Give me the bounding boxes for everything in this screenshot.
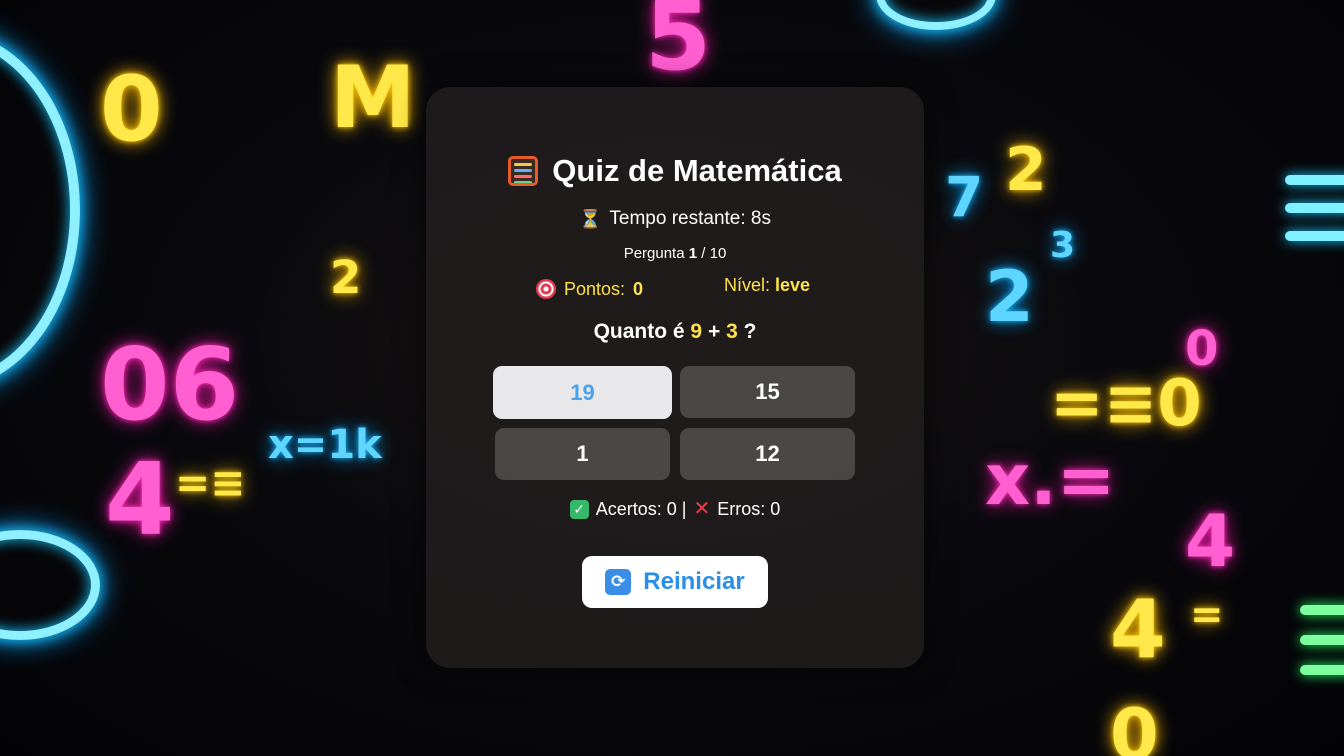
operator: + (707, 320, 721, 343)
timer: ⏳ Tempo restante: 8s (426, 209, 924, 228)
neon-ring-decoration (0, 30, 80, 390)
title-text: Quiz de Matemática (552, 153, 842, 188)
neon-glyph: 7 (945, 165, 984, 229)
level-display: Nível: leve (724, 276, 810, 294)
restart-button[interactable]: ⟳ Reiniciar (582, 556, 768, 608)
restart-label: Reiniciar (643, 568, 745, 595)
neon-glyph: M (330, 48, 416, 148)
neon-bar-decoration (1300, 665, 1344, 675)
quiz-card: Quiz de Matemática ⏳ Tempo restante: 8s … (426, 87, 924, 668)
neon-glyph: 4 (1185, 499, 1236, 583)
neon-bar-decoration (1285, 231, 1344, 241)
target-icon (536, 279, 556, 299)
neon-glyph: 2 (985, 256, 1034, 338)
neon-glyph: 2 (1005, 135, 1047, 205)
question-suffix: ? (743, 320, 757, 343)
progress-prefix: Pergunta (623, 245, 685, 262)
neon-glyph: 4 (105, 441, 175, 558)
neon-bar-decoration (1285, 175, 1344, 185)
answer-button[interactable]: 19 (493, 366, 672, 419)
neon-glyph: 2 (330, 251, 362, 304)
points-label: Pontos: (564, 279, 626, 299)
neon-glyph: =≡ (175, 458, 246, 507)
neon-glyph: 06 (100, 326, 240, 443)
neon-bar-decoration (1285, 203, 1344, 213)
neon-glyph: 5 (645, 0, 712, 92)
hits-text: Acertos: 0 | (595, 499, 687, 519)
neon-glyph: 0 (100, 57, 163, 162)
answer-button[interactable]: 15 (680, 366, 855, 418)
neon-glyph: 4 (1110, 583, 1166, 676)
refresh-icon: ⟳ (605, 569, 632, 595)
abacus-icon (508, 155, 539, 186)
score-summary: ✓ Acertos: 0 | ✕ Erros: 0 (426, 499, 924, 519)
answer-button[interactable]: 12 (680, 428, 855, 480)
progress-separator: / (701, 245, 706, 262)
operand-b: 3 (726, 320, 738, 343)
level-value: leve (775, 275, 811, 295)
neon-glyph: = (1190, 592, 1224, 638)
errors-text: Erros: 0 (717, 499, 781, 519)
neon-glyph: 3 (1050, 225, 1076, 266)
hourglass-icon: ⏳ (578, 208, 602, 229)
neon-glyph: 0 (1110, 694, 1159, 756)
progress-current: 1 (688, 245, 698, 262)
neon-glyph: x=1k (268, 422, 382, 468)
question-progress: Pergunta 1 / 10 (426, 246, 924, 261)
page-title: Quiz de Matemática (426, 155, 924, 186)
question-text: Quanto é 9 + 3 ? (426, 321, 924, 342)
timer-text: Tempo restante: 8s (609, 208, 771, 229)
cross-icon: ✕ (693, 498, 711, 520)
operand-a: 9 (690, 320, 703, 343)
check-icon: ✓ (569, 499, 589, 519)
points-value: 0 (633, 279, 644, 299)
neon-bar-decoration (1300, 605, 1344, 615)
progress-total: 10 (709, 245, 727, 262)
answer-button[interactable]: 1 (495, 428, 670, 480)
level-label: Nível: (724, 275, 771, 295)
neon-glyph: 0 (1185, 321, 1219, 377)
neon-ring-decoration (876, 0, 996, 30)
points-display: Pontos: 0 (536, 279, 643, 299)
neon-bar-decoration (1300, 635, 1344, 645)
question-prefix: Quanto é (593, 320, 685, 343)
neon-ring-decoration (0, 530, 100, 640)
neon-glyph: =≡0 (1050, 367, 1202, 441)
neon-glyph: x.= (985, 439, 1116, 521)
